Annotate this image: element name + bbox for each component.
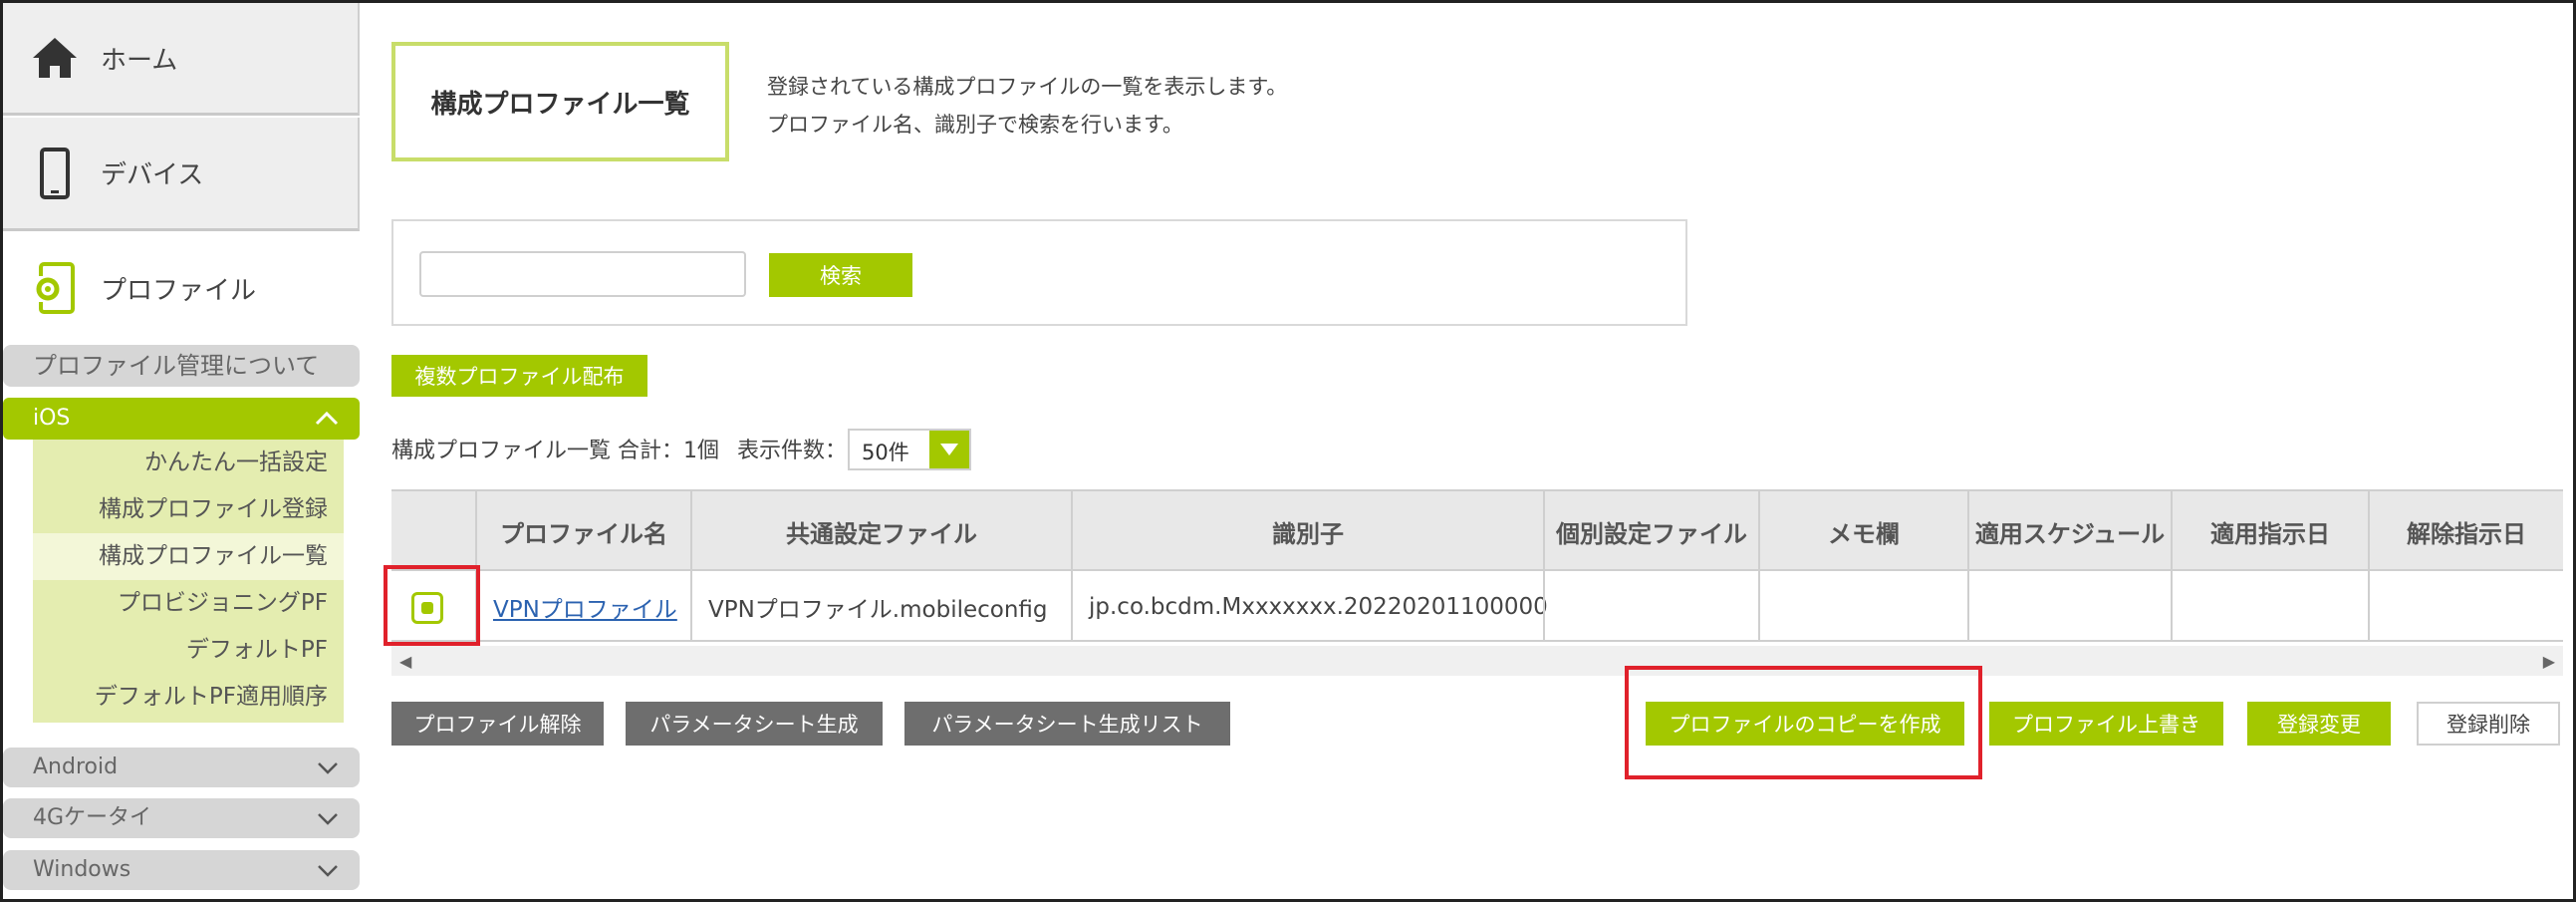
nav-home[interactable]: ホーム [3,3,360,116]
column-header-apply-date: 適用指示日 [2171,491,2368,571]
list-summary: 構成プロファイル一覧 合計：1個 [391,439,719,463]
schedule-cell [1967,571,2171,642]
nav-home-label: ホーム [101,45,178,76]
search-input[interactable] [419,251,746,297]
nav-device-label: デバイス [101,160,204,190]
4g-label: 4Gケータイ [33,805,152,830]
column-header-schedule: 適用スケジュール [1967,491,2171,571]
profile-table: プロファイル名 共通設定ファイル 識別子 個別設定ファイル メモ欄 適用スケジュ… [391,489,2563,642]
column-header-common-file: 共通設定ファイル [690,491,1071,571]
sidebar-section-4g[interactable]: 4Gケータイ [3,798,360,838]
chevron-down-icon [318,762,338,774]
table-scrollbar[interactable]: ◀ ▶ [391,646,2563,676]
table-row: VPNプロファイル VPNプロファイル.mobileconfig jp.co.b… [391,569,2563,642]
row-select-cell [391,571,475,642]
chevron-down-icon [318,813,338,825]
search-button[interactable]: 検索 [769,253,912,297]
apply-date-cell [2171,571,2368,642]
edit-registration-button[interactable]: 登録変更 [2247,702,2391,746]
row-radio[interactable] [411,592,443,624]
sidebar-section-ios[interactable]: iOS [3,398,360,440]
radio-selected-dot [421,602,433,614]
chevron-down-icon [318,865,338,877]
sidebar: ホーム デバイス プロファイル プロファイル管理について iOS かんたん一括設… [3,3,360,899]
sidebar-item-profile-register[interactable]: 構成プロファイル登録 [33,486,344,533]
sidebar-item-profile-list[interactable]: 構成プロファイル一覧 [33,533,344,580]
profile-name-link[interactable]: VPNプロファイル [475,571,690,642]
profile-release-button[interactable]: プロファイル解除 [391,702,604,746]
memo-cell [1758,571,1967,642]
column-header-individual-file: 個別設定ファイル [1543,491,1758,571]
smartphone-icon [27,146,83,201]
dropdown-arrow-icon [929,431,969,468]
sidebar-section-windows[interactable]: Windows [3,850,360,890]
column-header-select [391,491,475,571]
sidebar-section-android[interactable]: Android [3,748,360,787]
column-header-name: プロファイル名 [475,491,690,571]
search-panel: 検索 [391,219,1687,326]
nav-device[interactable]: デバイス [3,118,360,231]
count-select-value: 50件 [862,441,909,464]
home-icon [27,30,83,86]
sidebar-item-easy-setup[interactable]: かんたん一括設定 [33,440,344,486]
screenshot-frame [0,0,2576,902]
column-header-identifier: 識別子 [1071,491,1543,571]
nav-profile[interactable]: プロファイル [3,234,360,342]
ios-menu: かんたん一括設定 構成プロファイル登録 構成プロファイル一覧 プロビジョニングP… [33,440,344,723]
sidebar-item-provisioning[interactable]: プロビジョニングPF [33,580,344,627]
page-description-line1: 登録されている構成プロファイルの一覧を表示します。 [767,75,1288,99]
nav-profile-label: プロファイル [101,275,257,306]
page-title: 構成プロファイル一覧 [391,42,729,161]
sidebar-item-default-pf[interactable]: デフォルトPF [33,627,344,674]
param-sheet-list-button[interactable]: パラメータシート生成リスト [904,702,1230,746]
android-label: Android [33,754,119,779]
count-label: 表示件数： [737,439,848,463]
page-description-line2: プロファイル名、識別子で検索を行います。 [767,113,1183,137]
profile-gear-icon [27,260,83,316]
identifier-cell: jp.co.bcdm.Mxxxxxxx.20220201100000 [1071,571,1548,642]
column-header-memo: メモ欄 [1758,491,1967,571]
common-file-cell: VPNプロファイル.mobileconfig [690,571,1071,642]
copy-profile-button[interactable]: プロファイルのコピーを作成 [1646,702,1964,746]
sidebar-item-default-pf-order[interactable]: デフォルトPF適用順序 [33,674,344,721]
ios-label: iOS [33,406,71,431]
chevron-up-icon [315,411,339,426]
multi-profile-deploy-button[interactable]: 複数プロファイル配布 [391,355,647,397]
profile-overwrite-button[interactable]: プロファイル上書き [1989,702,2223,746]
windows-label: Windows [33,857,131,882]
page-description: 登録されている構成プロファイルの一覧を表示します。 プロファイル名、識別子で検索… [767,68,1287,144]
individual-file-cell [1543,571,1758,642]
scroll-right-icon[interactable]: ▶ [2543,652,2555,671]
delete-registration-button[interactable]: 登録削除 [2417,702,2560,746]
param-sheet-button[interactable]: パラメータシート生成 [626,702,883,746]
table-header: プロファイル名 共通設定ファイル 識別子 個別設定ファイル メモ欄 適用スケジュ… [391,489,2563,571]
release-date-cell [2368,571,2563,642]
sidebar-about[interactable]: プロファイル管理について [3,345,360,387]
scroll-left-icon[interactable]: ◀ [399,652,411,671]
column-header-release-date: 解除指示日 [2368,491,2563,571]
count-select[interactable]: 50件 [848,429,971,470]
